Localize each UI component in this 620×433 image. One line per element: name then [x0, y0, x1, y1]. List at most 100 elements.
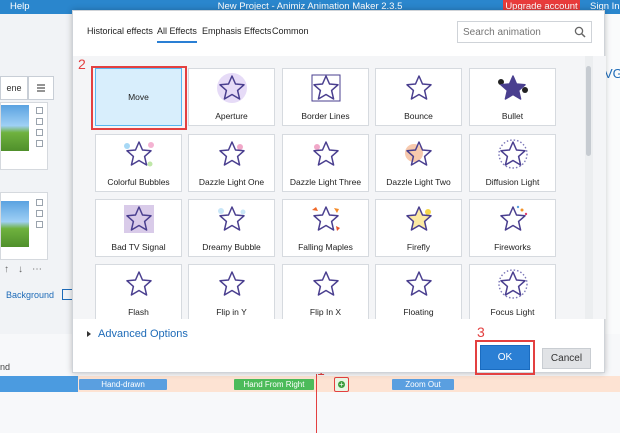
effect-card-border-lines[interactable]: Border Lines	[282, 68, 369, 126]
star-icon	[219, 141, 245, 166]
scene-thumbnail-image	[1, 201, 29, 247]
star-icon	[406, 271, 432, 296]
search-icon[interactable]	[573, 25, 587, 39]
delete-icon[interactable]	[36, 118, 43, 125]
timeline-playhead[interactable]	[316, 374, 317, 433]
star-icon	[313, 271, 339, 296]
star-icon	[406, 75, 432, 100]
effect-label: Dazzle Light Three	[289, 177, 362, 187]
effect-label: Diffusion Light	[485, 177, 540, 187]
effect-card-flip-in-y[interactable]: Flip in Y	[188, 264, 275, 319]
effect-label: Colorful Bubbles	[107, 177, 170, 187]
effect-label: Falling Maples	[298, 242, 353, 252]
tab-all-effects[interactable]: All Effects	[157, 23, 197, 43]
effect-label: Dazzle Light One	[198, 177, 265, 187]
plus-icon: +	[338, 380, 345, 389]
timeline-clip-zoom-out[interactable]: Zoom Out	[392, 379, 454, 390]
move-icon[interactable]	[36, 129, 43, 136]
search-box	[457, 21, 592, 43]
scene-thumbnail-card[interactable]	[0, 102, 48, 170]
scene-panel: ene ↑ ↓ ⋯ Background	[0, 14, 78, 334]
effect-card-fireworks[interactable]: Fireworks	[469, 199, 556, 257]
scene-thumbnail-card[interactable]	[0, 192, 48, 260]
delete-icon[interactable]	[36, 210, 43, 217]
properties-panel: VG	[604, 14, 620, 334]
step-3-annotation: 3	[477, 324, 485, 340]
effect-card-bounce[interactable]: Bounce	[375, 68, 462, 126]
effect-label: Floating	[403, 307, 434, 317]
star-icon	[313, 141, 339, 166]
star-icon	[124, 141, 154, 167]
background-row[interactable]: Background	[0, 289, 78, 304]
step-2-annotation: 2	[78, 56, 86, 72]
effect-label: Bullet	[501, 111, 524, 121]
effect-card-aperture[interactable]: Aperture	[188, 68, 275, 126]
effect-label: Flip in Y	[216, 307, 247, 317]
star-icon	[124, 205, 154, 233]
effect-card-floating[interactable]: Floating	[375, 264, 462, 319]
animation-dialog: Historical effects All Effects Emphasis …	[72, 10, 606, 375]
effect-card-bad-tv-signal[interactable]: Bad TV Signal	[95, 199, 182, 257]
star-icon	[498, 139, 528, 169]
copy-icon[interactable]	[36, 107, 43, 114]
list-view-tab[interactable]	[28, 76, 54, 100]
effect-card-dazzle-light-one[interactable]: Dazzle Light One	[188, 134, 275, 192]
effects-grid: Move Aperture Border Lines Bounce Bullet Colo…	[73, 56, 606, 319]
effect-card-firefly[interactable]: Firefly	[375, 199, 462, 257]
search-input[interactable]	[458, 22, 570, 42]
effect-label: Flash	[128, 307, 149, 317]
star-icon	[498, 75, 528, 100]
star-icon	[311, 74, 341, 102]
expand-arrow-icon	[87, 331, 91, 338]
star-icon	[217, 73, 247, 103]
effect-card-dazzle-light-three[interactable]: Dazzle Light Three	[282, 134, 369, 192]
cancel-button[interactable]: Cancel	[542, 348, 591, 369]
effect-card-dazzle-light-two[interactable]: Dazzle Light Two	[375, 134, 462, 192]
star-icon	[126, 271, 152, 296]
effects-scrollbar[interactable]	[585, 56, 593, 319]
list-icon	[37, 84, 45, 92]
move-card-highlight	[91, 66, 187, 130]
timeline-track-label: nd	[0, 362, 11, 372]
star-icon	[312, 206, 340, 231]
advanced-options-label: Advanced Options	[98, 328, 188, 340]
effect-label: Dreamy Bubble	[202, 242, 261, 252]
arrow-down-icon[interactable]: ↓	[18, 264, 23, 275]
star-icon	[218, 206, 246, 231]
advanced-options-toggle[interactable]: Advanced Options	[87, 328, 188, 340]
properties-label: VG	[604, 66, 620, 81]
arrow-up-icon[interactable]: ↑	[4, 264, 9, 275]
effect-card-bullet[interactable]: Bullet	[469, 68, 556, 126]
timeline-clip-hand-drawn[interactable]: Hand-drawn	[79, 379, 167, 390]
effect-card-colorful-bubbles[interactable]: Colorful Bubbles	[95, 134, 182, 192]
tab-historical-effects[interactable]: Historical effects	[87, 23, 153, 43]
effect-label: Border Lines	[301, 111, 350, 121]
tab-emphasis-effects[interactable]: Emphasis Effects	[202, 23, 271, 43]
effect-card-flip-in-x[interactable]: Flip In X	[282, 264, 369, 319]
effect-label: Focus Light	[490, 307, 535, 317]
effect-card-focus-light[interactable]: Focus Light	[469, 264, 556, 319]
effect-label: Fireworks	[494, 242, 531, 252]
ok-button[interactable]: OK	[480, 345, 530, 370]
selected-track-row[interactable]	[0, 376, 78, 392]
settings-icon[interactable]	[36, 140, 43, 147]
star-icon	[500, 205, 528, 231]
scene-tab[interactable]: ene	[0, 76, 28, 100]
effect-label: Flip In X	[309, 307, 342, 317]
move-icon[interactable]	[36, 221, 43, 228]
effect-label: Bad TV Signal	[111, 242, 166, 252]
effect-card-falling-maples[interactable]: Falling Maples	[282, 199, 369, 257]
copy-icon[interactable]	[36, 199, 43, 206]
effect-card-flash[interactable]: Flash	[95, 264, 182, 319]
effect-card-diffusion-light[interactable]: Diffusion Light	[469, 134, 556, 192]
scrollbar-thumb[interactable]	[586, 66, 591, 156]
scene-controls: ↑ ↓ ⋯	[0, 264, 78, 278]
add-animation-button[interactable]: +	[334, 377, 349, 392]
tab-common[interactable]: Common	[272, 23, 309, 43]
effect-label: Firefly	[406, 242, 431, 252]
star-icon	[219, 271, 245, 296]
scene-thumbnail-image	[1, 105, 29, 151]
timeline-clip-hand-from-right[interactable]: Hand From Right	[234, 379, 314, 390]
effect-card-dreamy-bubble[interactable]: Dreamy Bubble	[188, 199, 275, 257]
more-icon[interactable]: ⋯	[32, 264, 42, 275]
